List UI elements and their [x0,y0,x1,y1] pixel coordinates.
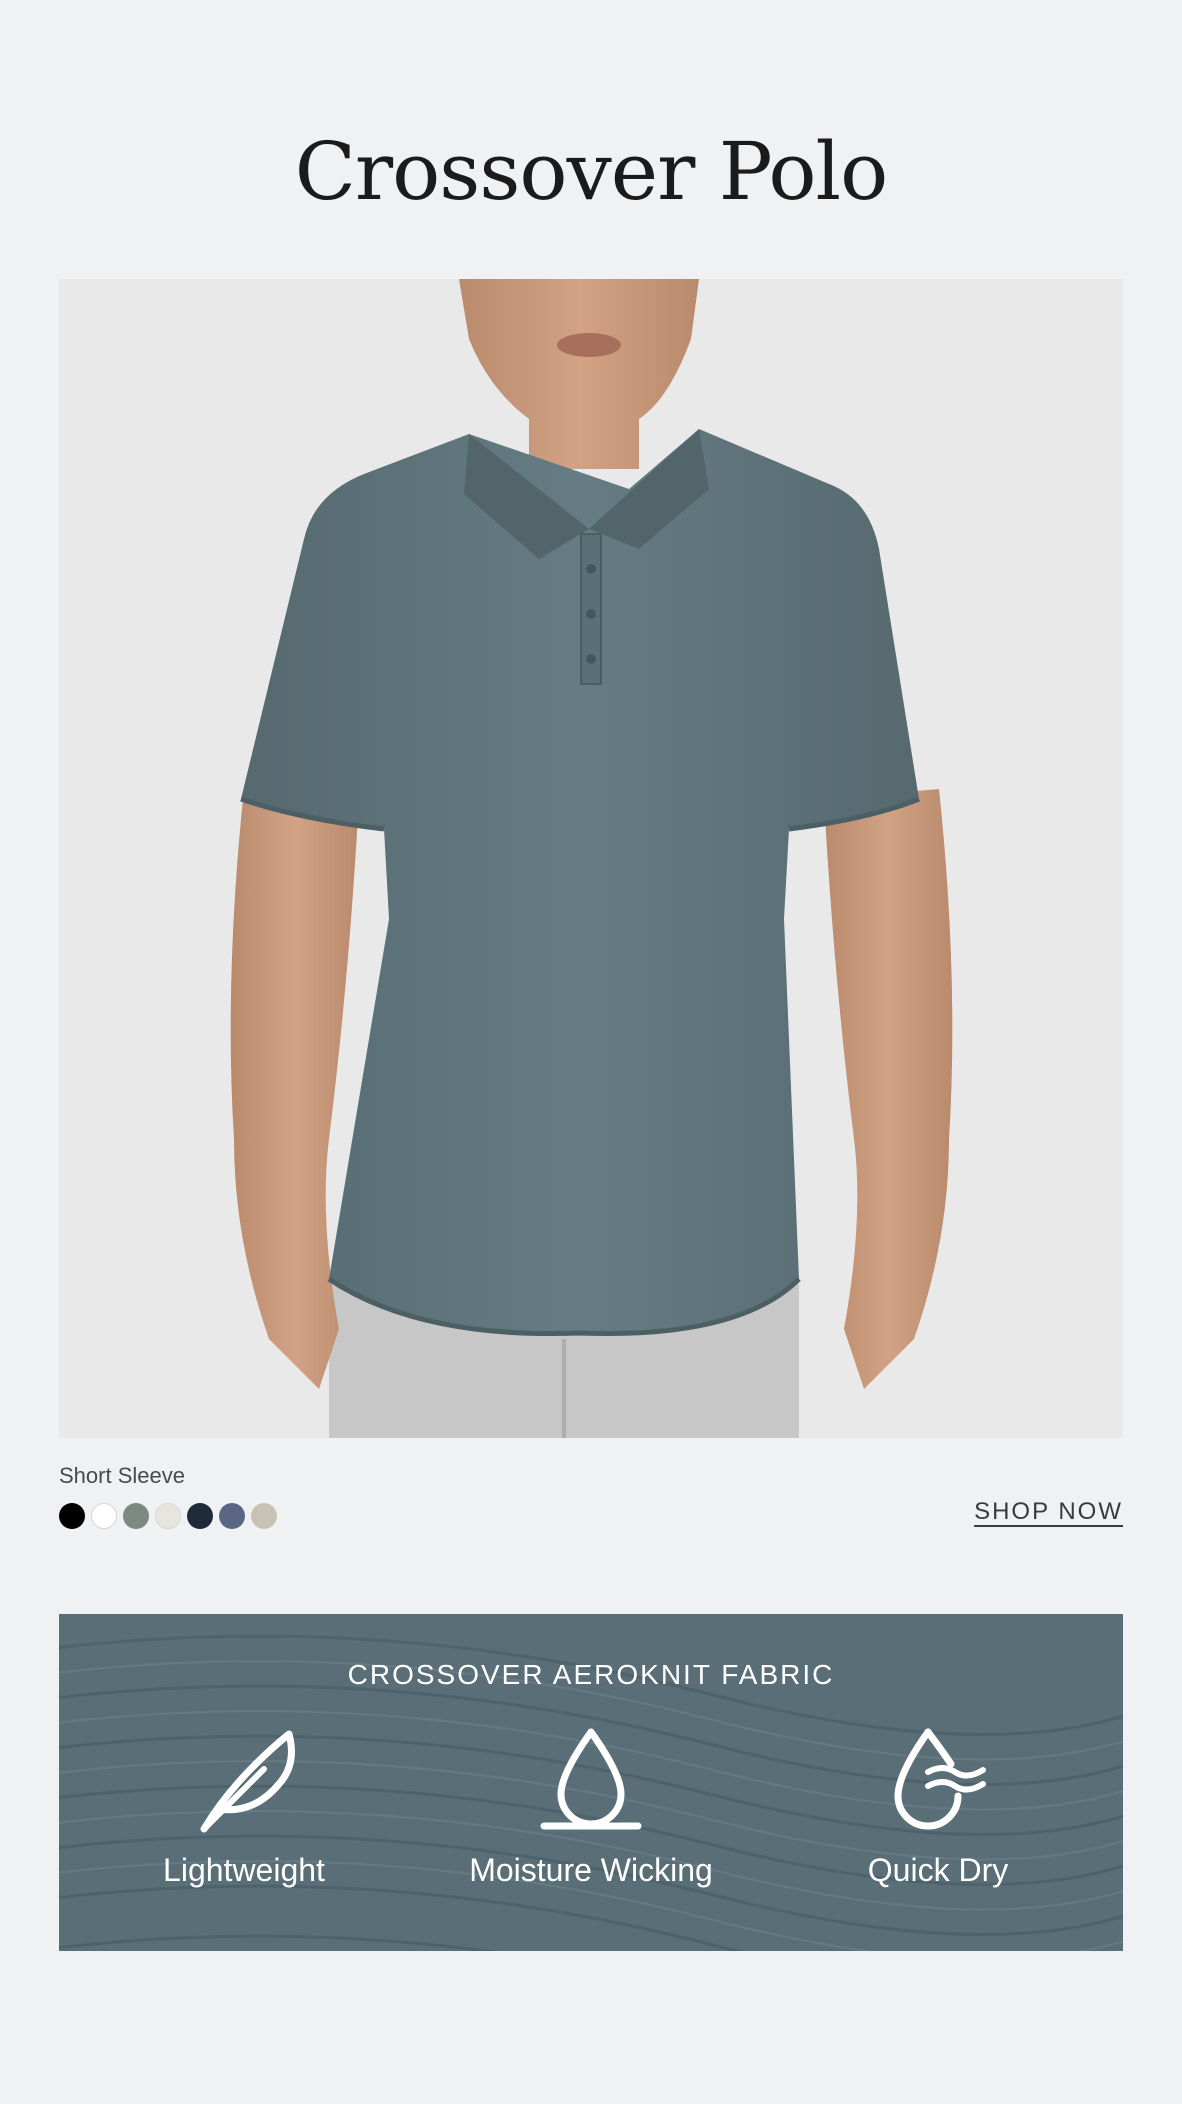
feature-label: Lightweight [163,1852,325,1888]
drop-wind-icon [894,1728,986,1830]
feature-label: Moisture Wicking [469,1852,713,1888]
fabric-banner: CROSSOVER AEROKNIT FABRIC Lightweight Mo… [59,1614,1123,1951]
fabric-title: CROSSOVER AEROKNIT FABRIC [347,1659,835,1690]
swatch-white[interactable] [91,1503,117,1529]
swatch-sage[interactable] [123,1503,149,1529]
feature-lightweight: Lightweight [94,1724,394,1889]
feature-moisture-wicking: Moisture Wicking [441,1724,741,1889]
shop-now-link[interactable]: SHOP NOW [974,1498,1123,1526]
polo-model-illustration [230,279,953,1438]
water-drop-icon [540,1728,642,1830]
swatch-navy[interactable] [187,1503,213,1529]
page-title: Crossover Polo [294,125,889,218]
feature-label: Quick Dry [867,1852,1009,1888]
variant-label: Short Sleeve [59,1463,185,1488]
feather-icon [200,1730,295,1833]
swatch-stone[interactable] [251,1503,277,1529]
swatch-slate-blue[interactable] [219,1503,245,1529]
product-image[interactable] [59,279,1123,1438]
swatch-bone[interactable] [155,1503,181,1529]
color-swatches [59,1503,277,1529]
swatch-black[interactable] [59,1503,85,1529]
feature-quick-dry: Quick Dry [788,1724,1088,1889]
